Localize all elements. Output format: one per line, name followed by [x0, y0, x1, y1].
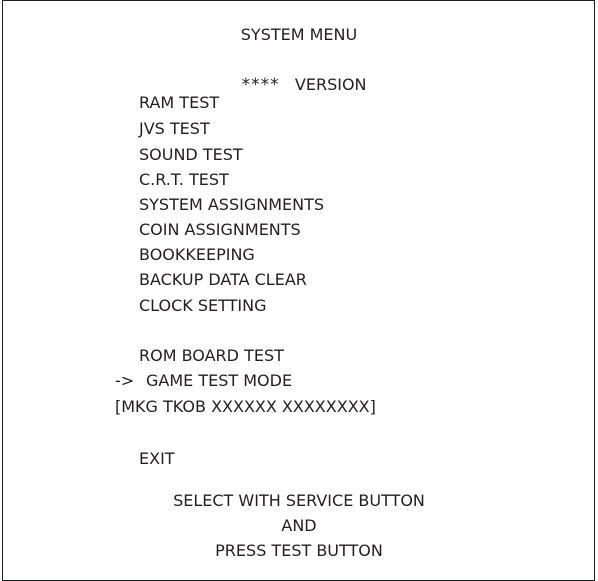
menu-item-bookkeeping[interactable]: BOOKKEEPING [139, 245, 255, 265]
menu-item-backup-data-clear[interactable]: BACKUP DATA CLEAR [139, 270, 307, 290]
menu-item-exit[interactable]: EXIT [139, 449, 175, 469]
menu-item-crt-test[interactable]: C.R.T. TEST [139, 170, 229, 190]
menu-item-game-test-mode[interactable]: GAME TEST MODE [146, 371, 292, 391]
menu-item-clock-setting[interactable]: CLOCK SETTING [139, 296, 266, 316]
menu-item-system-assignments[interactable]: SYSTEM ASSIGNMENTS [139, 195, 324, 215]
instruction-line-2: AND [281, 516, 317, 535]
instruction-line-1: SELECT WITH SERVICE BUTTON [173, 491, 425, 510]
instruction-line-3: PRESS TEST BUTTON [215, 541, 383, 560]
menu-item-sound-test[interactable]: SOUND TEST [139, 145, 243, 165]
version-label: VERSION [294, 75, 367, 94]
game-info: [MKG TKOB XXXXXX XXXXXXXX] [115, 397, 376, 416]
menu-item-ram-test[interactable]: RAM TEST [139, 93, 219, 113]
version-stars: **** [241, 75, 280, 95]
menu-item-jvs-test[interactable]: JVS TEST [139, 119, 210, 139]
selection-cursor: -> [115, 371, 135, 390]
menu-item-rom-board-test[interactable]: ROM BOARD TEST [139, 346, 284, 366]
version-line: **** VERSION [0, 52, 598, 95]
menu-item-coin-assignments[interactable]: COIN ASSIGNMENTS [139, 220, 301, 240]
menu-title: SYSTEM MENU [240, 25, 358, 44]
